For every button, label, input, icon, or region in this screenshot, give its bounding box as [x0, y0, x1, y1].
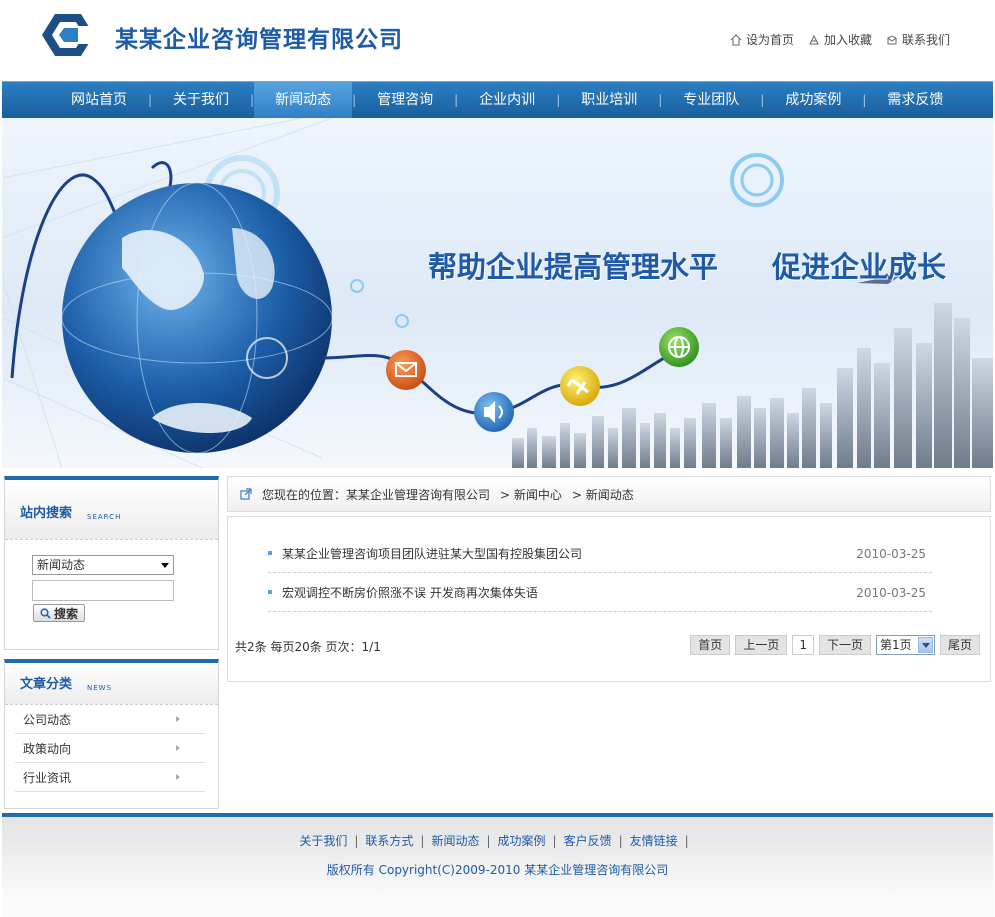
chevron-right-icon [176, 774, 180, 780]
news-list-panel: 某某企业管理咨询项目团队进驻某大型国有控股集团公司 2010-03-25 宏观调… [227, 516, 991, 682]
search-button[interactable]: 搜索 [33, 604, 85, 622]
breadcrumb-news[interactable]: > 新闻动态 [572, 486, 634, 503]
next-page-button[interactable]: 下一页 [818, 635, 871, 655]
news-title[interactable]: 宏观调控不断房价照涨不误 开发商再次集体失语 [282, 584, 538, 601]
search-category-select[interactable]: 新闻动态 [32, 555, 174, 575]
footer-separator: | [552, 834, 557, 848]
category-panel-title: 文章分类 [20, 677, 73, 692]
search-panel-title-en: SEARCH [87, 513, 122, 521]
contact-us-label: 联系我们 [901, 33, 950, 47]
globe-illustration [61, 182, 333, 454]
news-item: 宏观调控不断房价照涨不误 开发商再次集体失语 2010-03-25 [268, 574, 932, 612]
article-category-panel: 文章分类 NEWS 公司动态 政策动向 行业资讯 [4, 659, 219, 809]
add-bookmark-link[interactable]: 加入收藏 [808, 31, 872, 48]
footer-separator: | [486, 834, 491, 848]
bookmark-icon [809, 34, 819, 44]
copyright: 版权所有 Copyright(C)2009-2010 某某企业管理咨询有限公司 [326, 863, 669, 877]
first-page-button[interactable]: 首页 [690, 635, 731, 655]
page-select-value: 第1页 [879, 638, 912, 652]
news-item: 某某企业管理咨询项目团队进驻某大型国有控股集团公司 2010-03-25 [268, 535, 932, 573]
site-search-panel: 站内搜索 SEARCH 新闻动态 搜索 [4, 476, 219, 650]
mail-icon [386, 350, 426, 390]
page-select[interactable]: 第1页 [875, 635, 935, 655]
home-icon [730, 33, 742, 45]
chevron-down-icon [161, 563, 169, 568]
pagination: 首页 上一页 1 下一页 第1页 尾页 [690, 635, 980, 655]
banner-artwork [2, 118, 993, 468]
footer-link-friends[interactable]: 友情链接 [630, 834, 678, 848]
footer-link-cases[interactable]: 成功案例 [498, 834, 546, 848]
nav-item-training[interactable]: 企业内训 [458, 82, 556, 119]
company-name: 某某企业咨询管理有限公司 [115, 27, 403, 53]
news-date: 2010-03-25 [856, 585, 926, 600]
set-homepage-label: 设为首页 [745, 33, 794, 47]
company-logo [42, 14, 94, 56]
banner-slogan-1: 帮助企业提高管理水平 [428, 250, 719, 284]
nav-item-news[interactable]: 新闻动态 [254, 81, 353, 119]
nav-item-team[interactable]: 专业团队 [662, 82, 760, 119]
footer-separator: | [354, 834, 359, 848]
external-link-icon [240, 488, 252, 500]
breadcrumb-prefix: 您现在的位置：某某企业管理咨询有限公司 [262, 487, 491, 502]
footer-link-about[interactable]: 关于我们 [299, 834, 347, 848]
bullet [268, 551, 272, 555]
nav-item-career[interactable]: 职业培训 [560, 82, 658, 119]
nav-item-home[interactable]: 网站首页 [50, 82, 148, 119]
breadcrumb-home[interactable]: 某某企业管理咨询有限公司 [346, 488, 490, 502]
prev-page-button[interactable]: 上一页 [735, 635, 788, 655]
current-page: 1 [792, 635, 814, 655]
search-panel-title: 站内搜索 [20, 506, 73, 521]
add-bookmark-label: 加入收藏 [823, 33, 872, 47]
footer-link-feedback[interactable]: 客户反馈 [564, 834, 612, 848]
nav-item-consulting[interactable]: 管理咨询 [356, 82, 454, 119]
search-input[interactable] [32, 580, 174, 601]
last-page-button[interactable]: 尾页 [939, 635, 980, 655]
bullet [268, 590, 272, 594]
chevron-down-icon [917, 637, 933, 653]
contact-us-link[interactable]: 联系我们 [886, 31, 950, 48]
category-item-label: 行业资讯 [23, 770, 72, 785]
chevron-right-icon [176, 745, 180, 751]
main-nav: 网站首页 | 关于我们 | 新闻动态 | 管理咨询 | 企业内训 | 职业培训 … [2, 81, 993, 119]
footer: 关于我们 | 联系方式 | 新闻动态 | 成功案例 | 客户反馈 | 友情链接 | 版权所有 Copy… [2, 813, 993, 917]
category-item-industry[interactable]: 行业资讯 [15, 763, 205, 792]
nav-item-feedback[interactable]: 需求反馈 [866, 82, 964, 119]
header: 某某企业咨询管理有限公司 设为首页 加入收藏 联系我们 [0, 0, 995, 80]
breadcrumb: 您现在的位置：某某企业管理咨询有限公司 > 新闻中心 > 新闻动态 [227, 476, 991, 512]
footer-link-contact[interactable]: 联系方式 [365, 834, 413, 848]
category-item-label: 公司动态 [23, 712, 72, 727]
search-category-value: 新闻动态 [37, 558, 86, 572]
footer-separator: | [420, 834, 425, 848]
news-title[interactable]: 某某企业管理咨询项目团队进驻某大型国有控股集团公司 [282, 545, 582, 562]
category-item-label: 政策动向 [23, 741, 72, 756]
breadcrumb-news-center[interactable]: > 新闻中心 [500, 486, 562, 503]
nav-item-about[interactable]: 关于我们 [152, 82, 250, 119]
search-icon [40, 607, 51, 619]
banner: 帮助企业提高管理水平 促进企业成长 [2, 118, 993, 468]
pager-info: 共2条 每页20条 页次：1/1 [235, 640, 381, 654]
chevron-right-icon [176, 716, 180, 722]
news-date: 2010-03-25 [856, 546, 926, 561]
category-item-company-news[interactable]: 公司动态 [15, 705, 205, 734]
set-homepage-link[interactable]: 设为首页 [730, 31, 794, 48]
nav-item-cases[interactable]: 成功案例 [764, 82, 862, 119]
search-panel-header: 站内搜索 SEARCH [5, 480, 218, 540]
globe-web-icon [659, 327, 699, 367]
search-button-label: 搜索 [53, 606, 78, 621]
category-item-policy[interactable]: 政策动向 [15, 734, 205, 763]
footer-separator: | [618, 834, 623, 848]
category-panel-title-en: NEWS [87, 684, 113, 692]
footer-separator: | [684, 834, 689, 848]
top-links: 设为首页 加入收藏 联系我们 [730, 31, 950, 48]
category-panel-header: 文章分类 NEWS [5, 663, 218, 705]
footer-links: 关于我们 | 联系方式 | 新闻动态 | 成功案例 | 客户反馈 | 友情链接 | [2, 832, 993, 849]
speaker-icon [474, 392, 514, 432]
airplane-icon [560, 366, 600, 406]
contact-icon [887, 34, 897, 44]
banner-slogan-2: 促进企业成长 [772, 250, 947, 284]
footer-link-news[interactable]: 新闻动态 [431, 834, 479, 848]
